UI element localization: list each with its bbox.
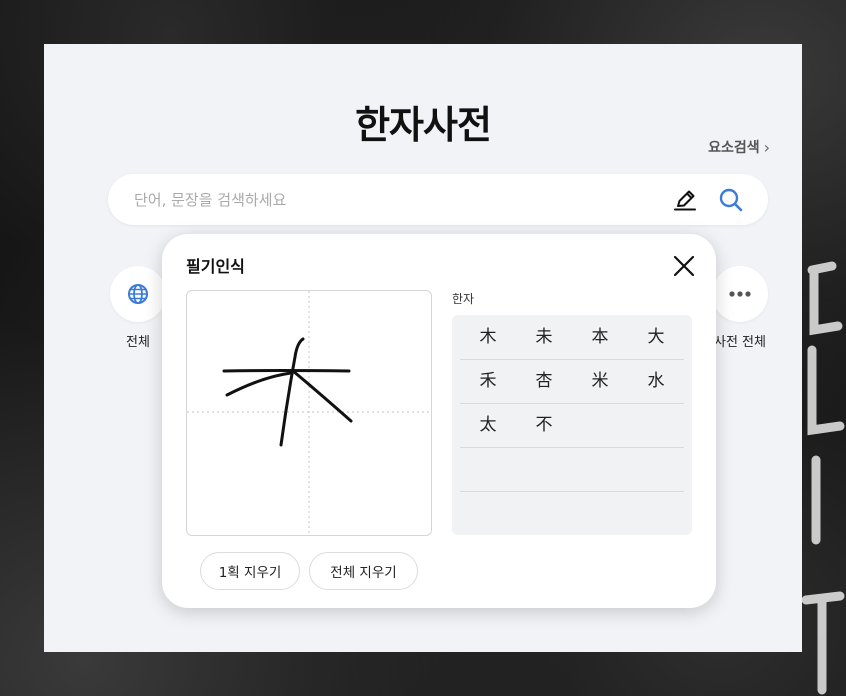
search-input[interactable] — [132, 187, 656, 213]
candidate-hanja[interactable]: 杏 — [516, 359, 572, 403]
handwriting-strokes — [187, 291, 431, 535]
candidate-hanja[interactable]: 水 — [628, 359, 684, 403]
search-icon[interactable] — [716, 185, 746, 215]
page-title: 한자사전 — [355, 103, 492, 147]
candidate-row-empty — [460, 447, 684, 492]
handwriting-pen-icon[interactable] — [670, 185, 700, 215]
candidate-hanja[interactable]: 大 — [628, 315, 684, 359]
undo-stroke-button[interactable]: 1획 지우기 — [200, 552, 300, 590]
candidate-row: 太 不 — [460, 403, 684, 448]
candidate-row: 禾 杏 米 水 — [460, 359, 684, 404]
more-icon — [729, 291, 751, 297]
candidate-hanja[interactable]: 本 — [572, 315, 628, 359]
element-search-link[interactable]: 요소검색 › — [708, 137, 770, 157]
hanja-candidates: 木 未 本 大 禾 杏 米 水 太 不 — [452, 315, 692, 535]
candidate-hanja[interactable]: 不 — [516, 403, 572, 447]
category-all-dictionaries-button[interactable] — [712, 266, 768, 322]
handwriting-popup: 필기인식 한자 木 未 本 大 禾 杏 米 水 太 不 1획 지우기 전체 지우… — [162, 234, 716, 608]
candidate-hanja[interactable]: 米 — [572, 359, 628, 403]
candidate-hanja[interactable]: 禾 — [460, 359, 516, 403]
category-all[interactable]: 전체 — [110, 266, 166, 350]
globe-icon — [128, 284, 148, 304]
category-all-button[interactable] — [110, 266, 166, 322]
handwriting-canvas[interactable] — [186, 290, 432, 536]
candidate-hanja[interactable]: 未 — [516, 315, 572, 359]
element-search-label: 요소검색 — [708, 140, 760, 156]
search-bar — [108, 174, 768, 225]
handwriting-title: 필기인식 — [186, 257, 245, 276]
candidate-hanja[interactable]: 木 — [460, 315, 516, 359]
category-all-dictionaries[interactable]: 사전 전체 — [712, 266, 768, 350]
close-icon[interactable] — [670, 252, 698, 280]
candidate-row: 木 未 本 大 — [460, 315, 684, 360]
chevron-right-icon: › — [763, 137, 770, 157]
candidates-label: 한자 — [452, 292, 475, 306]
clear-all-button[interactable]: 전체 지우기 — [309, 552, 418, 590]
candidate-hanja[interactable]: 太 — [460, 403, 516, 447]
